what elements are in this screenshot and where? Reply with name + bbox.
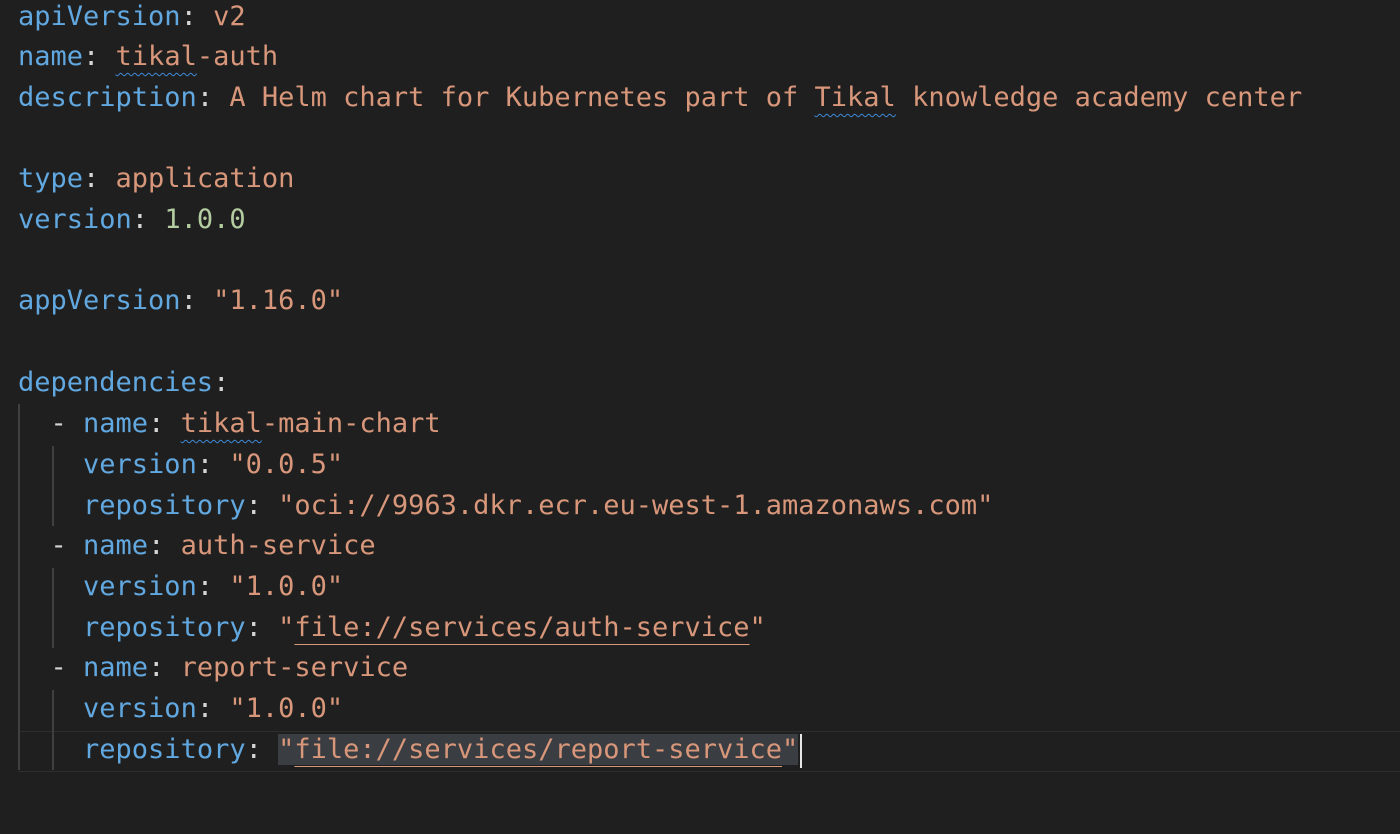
- code-editor[interactable]: apiVersion: v2 name: tikal-auth descript…: [0, 0, 1400, 834]
- file-link[interactable]: file://services/auth-service: [294, 612, 749, 643]
- yaml-key: repository: [83, 612, 246, 643]
- yaml-value: "1.0.0": [229, 693, 344, 724]
- quote: ": [278, 612, 295, 643]
- file-link[interactable]: file://services/report-service: [294, 734, 782, 765]
- colon: :: [196, 693, 230, 724]
- yaml-number: 1.0.0: [164, 204, 246, 235]
- yaml-value: application: [115, 163, 295, 194]
- yaml-value: -main-chart: [261, 408, 441, 439]
- selection-highlight: "file://services/report-service": [278, 734, 799, 765]
- colon: :: [196, 571, 230, 602]
- quote: ": [749, 612, 766, 643]
- code-line-dep-repository[interactable]: repository: "file://services/auth-servic…: [18, 608, 766, 648]
- yaml-key: version: [83, 571, 197, 602]
- yaml-key: type: [18, 163, 84, 194]
- colon: :: [148, 652, 181, 683]
- code-line-dep-repository[interactable]: repository: "file://services/report-serv…: [18, 730, 803, 770]
- code-line-description[interactable]: description: A Helm chart for Kubernetes…: [18, 78, 1302, 118]
- yaml-key: version: [83, 449, 197, 480]
- code-line-dep-version[interactable]: version: "1.0.0": [18, 689, 343, 729]
- yaml-value: auth-service: [180, 530, 376, 561]
- yaml-value: A Helm chart for Kubernetes part of: [229, 82, 815, 113]
- list-dash: -: [50, 408, 84, 439]
- colon: :: [83, 163, 116, 194]
- quote: ": [278, 734, 295, 765]
- yaml-key: name: [18, 41, 84, 72]
- yaml-key: description: [18, 82, 197, 113]
- yaml-key: name: [83, 408, 149, 439]
- colon: :: [180, 1, 214, 32]
- yaml-value: "1.16.0": [213, 285, 344, 316]
- yaml-key: appVersion: [18, 285, 181, 316]
- yaml-value: -auth: [196, 41, 279, 72]
- yaml-key: repository: [83, 734, 246, 765]
- colon: :: [245, 490, 279, 521]
- list-dash: -: [50, 530, 84, 561]
- code-line-dep-version[interactable]: version: "1.0.0": [18, 567, 343, 607]
- text-cursor: [800, 733, 803, 768]
- colon: :: [180, 285, 214, 316]
- yaml-value: v2: [213, 1, 246, 32]
- code-line-apiversion[interactable]: apiVersion: v2: [18, 0, 246, 37]
- yaml-value: "1.0.0": [229, 571, 344, 602]
- spellcheck-word[interactable]: tikal: [116, 41, 197, 72]
- yaml-key: name: [83, 530, 149, 561]
- spellcheck-word[interactable]: tikal: [181, 408, 262, 439]
- yaml-value: knowledge academy center: [895, 82, 1303, 113]
- yaml-key: dependencies: [18, 367, 214, 398]
- yaml-key: version: [83, 693, 197, 724]
- code-line-dep-name[interactable]: - name: auth-service: [18, 526, 376, 566]
- list-dash: -: [50, 652, 84, 683]
- yaml-key: repository: [83, 490, 246, 521]
- spellcheck-word[interactable]: Tikal: [815, 82, 896, 113]
- yaml-key: name: [83, 652, 149, 683]
- yaml-value: "0.0.5": [229, 449, 344, 480]
- code-line-name[interactable]: name: tikal-auth: [18, 37, 278, 77]
- colon: :: [148, 408, 181, 439]
- colon: :: [83, 41, 116, 72]
- colon: :: [213, 367, 230, 398]
- code-line-appversion[interactable]: appVersion: "1.16.0": [18, 281, 343, 321]
- code-line-type[interactable]: type: application: [18, 159, 294, 199]
- code-line-dep-version[interactable]: version: "0.0.5": [18, 445, 343, 485]
- colon: :: [131, 204, 165, 235]
- colon: :: [245, 612, 279, 643]
- code-line-dependencies[interactable]: dependencies:: [18, 363, 229, 403]
- yaml-key: version: [18, 204, 132, 235]
- yaml-value: report-service: [180, 652, 409, 683]
- code-line-dep-name[interactable]: - name: report-service: [18, 648, 409, 688]
- colon: :: [196, 82, 230, 113]
- colon: :: [148, 530, 181, 561]
- yaml-value: "oci://9963.dkr.ecr.eu-west-1.amazonaws.…: [278, 490, 994, 521]
- code-line-dep-name[interactable]: - name: tikal-main-chart: [18, 404, 441, 444]
- yaml-key: apiVersion: [18, 1, 181, 32]
- code-line-version[interactable]: version: 1.0.0: [18, 200, 246, 240]
- quote: ": [782, 734, 799, 765]
- code-line-dep-repository[interactable]: repository: "oci://9963.dkr.ecr.eu-west-…: [18, 486, 993, 526]
- colon: :: [245, 734, 279, 765]
- colon: :: [196, 449, 230, 480]
